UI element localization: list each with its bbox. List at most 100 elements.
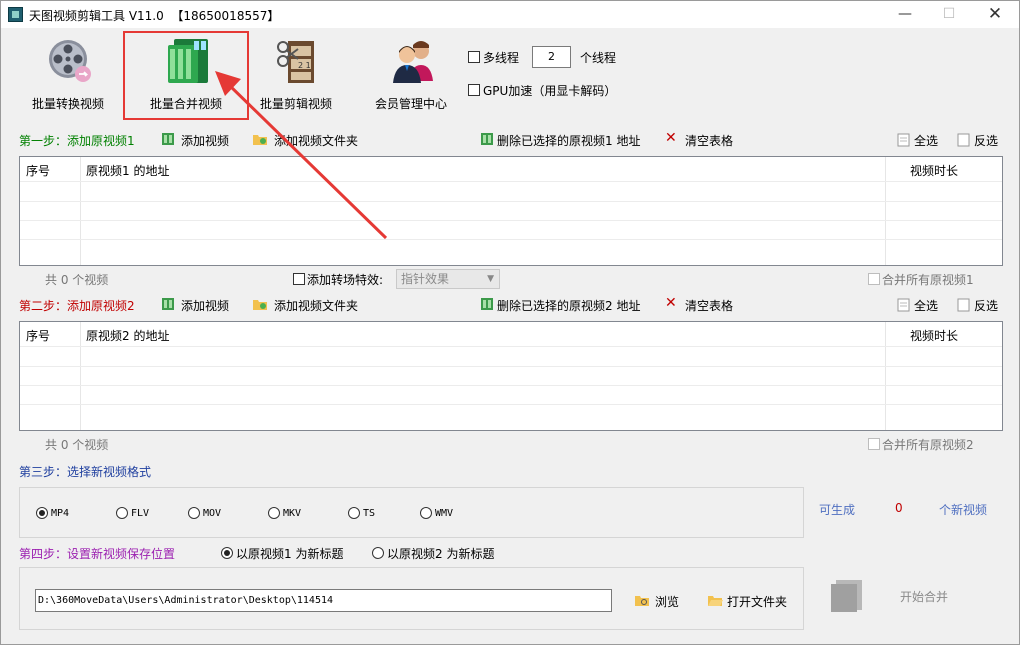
format-label: MKV [283,508,302,519]
col-duration-header[interactable]: 视频时长 [910,327,958,344]
step3-title: 第三步：选择新视频格式 [19,465,152,479]
row-separator [20,366,1002,367]
thread-unit-label: 个线程 [580,51,617,65]
row-separator [20,346,1002,347]
row-separator [20,385,1002,386]
multithread-checkbox[interactable] [468,51,480,63]
row-separator [20,404,1002,405]
col-index-header[interactable]: 序号 [26,162,50,179]
add-folder-icon [253,300,267,310]
format-label: MOV [203,508,222,519]
app-window: 天图视频剪辑工具 V11.0 【18650018557】 — ☐ ✕ 批量转换视… [0,0,1020,645]
gpu-label: GPU加速（用显卡解码） [483,84,617,98]
row-separator [20,239,1002,240]
format-radio-mp4[interactable] [36,507,48,519]
format-label: MP4 [51,508,70,519]
step2-video-table[interactable]: 序号 原视频2 的地址 视频时长 [19,321,1003,431]
browse-button[interactable]: 浏览 [655,593,679,610]
step1-delete-selected-button[interactable]: 删除已选择的原视频1 地址 [497,132,640,149]
step4-title: 第四步：设置新视频保存位置 [19,547,176,561]
can-generate-label: 可生成 [819,503,856,517]
col-path-header[interactable]: 原视频1 的地址 [86,162,169,179]
can-generate-count: 0 [895,501,903,515]
step1-video-count: 共 0 个视频 [45,273,109,287]
step1-video-table[interactable]: 序号 原视频1 的地址 视频时长 [19,156,1003,266]
film-strip-cut-icon: 2 1 [277,41,314,83]
thread-count-input[interactable]: 2 [532,46,571,68]
tool-batch-cut[interactable]: 2 1 批量剪辑视频 [241,33,351,113]
step2-add-video-button[interactable]: 添加视频 [181,297,229,314]
app-icon [8,7,23,22]
row-separator [20,220,1002,221]
delete-list-icon [481,133,493,145]
transition-value: 指针效果 [401,272,450,286]
step2-select-all-button[interactable]: 全选 [914,297,938,314]
title-option2-radio[interactable] [372,547,384,559]
step2-add-folder-button[interactable]: 添加视频文件夹 [274,297,358,314]
col-index-header[interactable]: 序号 [26,327,50,344]
step1-merge-all-checkbox[interactable] [868,273,880,285]
format-radio-mkv[interactable] [268,507,280,519]
step2-delete-selected-button[interactable]: 删除已选择的原视频2 地址 [497,297,640,314]
step1-invert-button[interactable]: 反选 [974,132,998,149]
svg-text:2 1: 2 1 [298,61,311,70]
column-divider [885,157,886,265]
members-icon [393,41,433,83]
add-folder-icon [253,135,267,145]
select-all-icon [897,133,910,147]
format-radio-flv[interactable] [116,507,128,519]
row-separator [20,201,1002,202]
close-button[interactable]: ✕ [972,1,1018,28]
step2-invert-button[interactable]: 反选 [974,297,998,314]
step2-merge-all-checkbox[interactable] [868,438,880,450]
film-reel-convert-icon [49,40,91,82]
chevron-down-icon: ▼ [487,274,494,284]
step1-select-all-button[interactable]: 全选 [914,132,938,149]
start-merge-button[interactable]: 开始合并 [900,588,948,605]
step2-clear-table-button[interactable]: 清空表格 [685,297,733,314]
step1-title: 第一步：添加原视频1 [19,134,135,148]
step1-add-video-button[interactable]: 添加视频 [181,132,229,149]
transition-label: 添加转场特效: [307,273,384,287]
multithread-label: 多线程 [483,51,520,65]
tool-member-center[interactable]: 会员管理中心 [356,33,466,113]
step1-merge-all-label: 合并所有原视频1 [882,273,974,287]
browse-folder-icon [635,596,649,606]
step1-add-folder-button[interactable]: 添加视频文件夹 [274,132,358,149]
add-video-icon [162,298,174,310]
format-label: TS [363,508,376,519]
invert-select-icon [957,298,970,312]
transition-checkbox[interactable] [293,273,305,285]
transition-select[interactable]: 指针效果 ▼ [396,269,500,289]
delete-list-icon [481,298,493,310]
format-label: WMV [435,508,454,519]
tool-label: 会员管理中心 [374,97,447,111]
clear-icon: ✕ [665,295,677,311]
title-option1-radio[interactable] [221,547,233,559]
open-folder-icon [708,596,723,606]
window-title: 天图视频剪辑工具 V11.0 【18650018557】 [29,9,280,23]
tool-batch-convert[interactable]: 批量转换视频 [13,33,123,113]
maximize-button[interactable]: ☐ [926,1,972,28]
add-video-icon [162,133,174,145]
open-folder-button[interactable]: 打开文件夹 [727,593,787,610]
tool-label: 批量剪辑视频 [259,97,332,111]
format-radio-mov[interactable] [188,507,200,519]
highlight-box [123,31,249,120]
column-divider [885,322,886,430]
step2-title: 第二步：添加原视频2 [19,299,135,313]
col-duration-header[interactable]: 视频时长 [910,162,958,179]
clear-icon: ✕ [665,130,677,146]
save-path-input[interactable]: D:\360MoveData\Users\Administrator\Deskt… [35,589,612,612]
tool-label: 批量转换视频 [31,97,104,111]
title-option2-label: 以原视频2 为新标题 [387,547,495,561]
format-radio-ts[interactable] [348,507,360,519]
col-path-header[interactable]: 原视频2 的地址 [86,327,169,344]
step1-clear-table-button[interactable]: 清空表格 [685,132,733,149]
format-radio-wmv[interactable] [420,507,432,519]
row-separator [20,181,1002,182]
format-label: FLV [131,508,150,519]
minimize-button[interactable]: — [882,1,928,28]
gpu-checkbox[interactable] [468,84,480,96]
step2-video-count: 共 0 个视频 [45,438,109,452]
